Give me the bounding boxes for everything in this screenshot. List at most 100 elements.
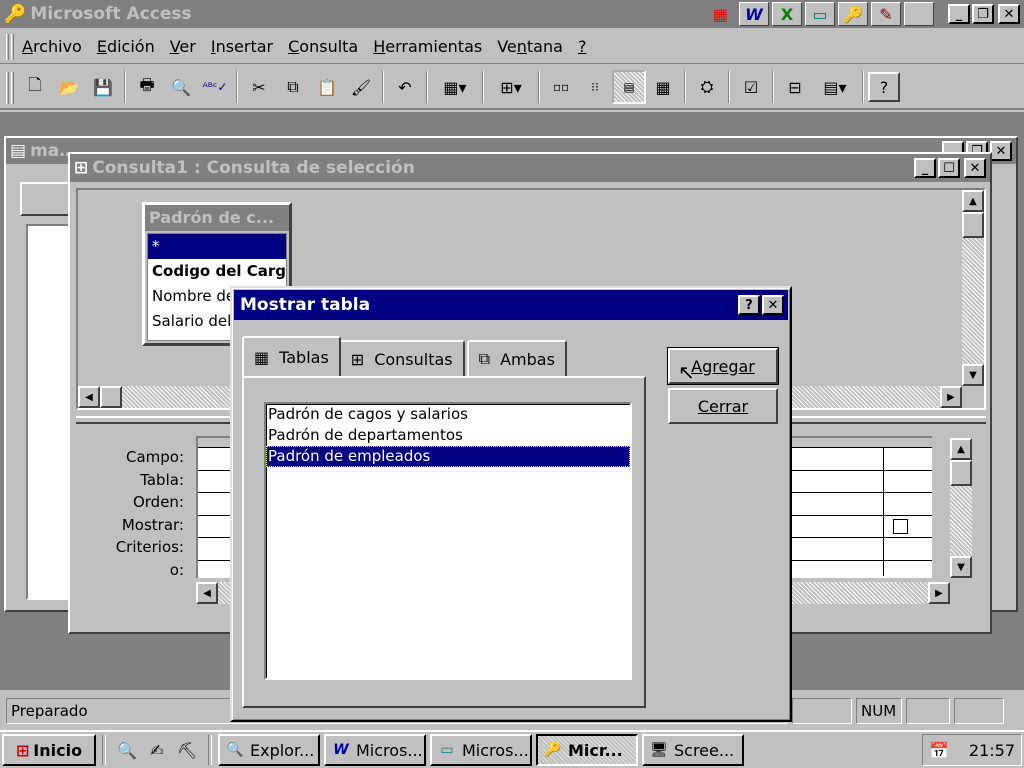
tab-tablas[interactable]: ▦ Tablas <box>242 336 341 376</box>
task-word[interactable]: W Micros... <box>324 734 426 766</box>
database-close-button[interactable]: ✕ <box>990 141 1012 161</box>
scheduler-icon[interactable]: 📅 <box>929 741 949 760</box>
menu-edicion[interactable]: Edición <box>97 37 155 56</box>
database-window-icon: ▤ <box>10 141 27 161</box>
scroll-left-button[interactable]: ◀ <box>78 386 100 408</box>
field-list-title[interactable]: Padrón de c... <box>145 205 289 231</box>
query-view-icon[interactable]: ▦▾ <box>432 70 478 104</box>
undo-icon[interactable]: ↶ <box>388 70 422 104</box>
close-dialog-button[interactable]: Cerrar <box>668 388 778 424</box>
access-shortcut-icon[interactable]: 🔑 <box>838 2 868 26</box>
grid-scroll-right-button[interactable]: ▶ <box>928 582 950 604</box>
grid-scroll-thumb[interactable] <box>950 460 972 486</box>
save-icon[interactable]: 💾 <box>86 70 120 104</box>
desktop-quicklaunch-icon[interactable]: ⛏ <box>172 735 202 765</box>
restore-button[interactable]: ❐ <box>972 4 994 24</box>
grid-row-labels: Campo: Tabla: Orden: Mostrar: Criterios:… <box>100 448 188 583</box>
menu-help[interactable]: ? <box>578 37 587 56</box>
word-shortcut-icon[interactable]: W <box>739 2 769 26</box>
dialog-titlebar: Mostrar tabla ? ✕ <box>234 290 788 320</box>
menu-herramientas[interactable]: Herramientas <box>373 37 482 56</box>
status-num: NUM <box>856 698 902 724</box>
list-item[interactable]: Padrón de cagos y salarios <box>266 404 630 425</box>
task-label: Scree... <box>674 740 735 760</box>
powerpoint-shortcut-icon[interactable]: ▭ <box>805 2 835 26</box>
totals-icon[interactable]: ⁝⁝ <box>578 70 612 104</box>
clock[interactable]: 21:57 <box>969 741 1015 760</box>
spelling-icon[interactable]: ᴬᴮᶜ✓ <box>198 70 232 104</box>
query-icon: ⊞ <box>350 349 365 369</box>
scroll-up-button[interactable]: ▲ <box>962 190 984 212</box>
format-painter-icon[interactable]: 🖌 <box>344 70 378 104</box>
grid-label: Tabla: <box>140 470 184 489</box>
query-type-icon[interactable]: ⊞▾ <box>488 70 534 104</box>
hscroll-thumb[interactable] <box>100 386 122 408</box>
binder-shortcut-icon[interactable]: ⚗ <box>904 2 934 26</box>
windows-flag-icon[interactable]: ▦ <box>713 5 728 24</box>
status-cell <box>954 698 1004 724</box>
grid-label: Mostrar: <box>121 515 184 534</box>
menu-ver[interactable]: Ver <box>170 37 196 56</box>
tab-consultas[interactable]: ⊞ Consultas <box>338 340 465 376</box>
grid-scroll-left-button[interactable]: ◀ <box>196 582 218 604</box>
cut-icon[interactable]: ✂ <box>242 70 276 104</box>
task-powerpoint[interactable]: ▭ Micros... <box>430 734 532 766</box>
scroll-right-button[interactable]: ▶ <box>940 386 962 408</box>
open-folder-icon[interactable]: 📂 <box>52 70 86 104</box>
grid-scroll-down-button[interactable]: ▼ <box>950 556 972 578</box>
menu-archivo[interactable]: Archivo <box>22 37 82 56</box>
table-pane-vscroll[interactable]: ▲ ▼ <box>962 190 984 386</box>
menu-ventana[interactable]: Ventana <box>497 37 563 56</box>
start-button[interactable]: ⊞ Inicio <box>2 734 96 766</box>
minimize-button[interactable]: _ <box>948 4 970 24</box>
status-cell <box>906 698 950 724</box>
task-screen[interactable]: 🖥 Scree... <box>642 734 744 766</box>
copy-icon[interactable]: ⧉ <box>276 70 310 104</box>
paste-icon[interactable]: 📋 <box>310 70 344 104</box>
excel-shortcut-icon[interactable]: X <box>772 2 802 26</box>
close-button[interactable]: ✕ <box>998 4 1020 24</box>
relationships-icon[interactable]: ⊟ <box>778 70 812 104</box>
database-object-list[interactable] <box>26 224 70 600</box>
explorer-quicklaunch-icon[interactable]: 🔍 <box>112 735 142 765</box>
dialog-close-button[interactable]: ✕ <box>762 295 784 315</box>
show-table-icon[interactable]: ▫▫ <box>544 70 578 104</box>
build-icon[interactable]: ⛭ <box>690 70 724 104</box>
properties-icon[interactable]: ☑ <box>734 70 768 104</box>
query-close-button[interactable]: ✕ <box>964 158 986 178</box>
list-item[interactable]: Padrón de departamentos <box>266 425 630 446</box>
new-object-icon[interactable]: ▤▾ <box>812 70 858 104</box>
menu-consulta[interactable]: Consulta <box>288 37 358 56</box>
grid-icon[interactable]: ▦ <box>646 70 680 104</box>
table-names-icon[interactable]: ▤ <box>612 70 646 104</box>
field-item[interactable]: * <box>148 234 286 259</box>
tab-label: Tablas <box>279 347 329 367</box>
task-explorer[interactable]: 🔍 Explor... <box>218 734 320 766</box>
edit-quicklaunch-icon[interactable]: ✍ <box>142 735 172 765</box>
tab-label: Consultas <box>374 349 453 369</box>
print-preview-icon[interactable]: 🔍 <box>164 70 198 104</box>
table-list[interactable]: Padrón de cagos y salarios Padrón de dep… <box>264 402 632 680</box>
access-key-icon: 🔑 <box>4 3 27 25</box>
list-item[interactable]: Padrón de empleados <box>266 446 630 467</box>
scroll-down-button[interactable]: ▼ <box>962 364 984 386</box>
office-assistant-icon[interactable]: ? <box>868 72 900 102</box>
help-button[interactable]: ? <box>738 295 760 315</box>
taskbar: ⊞ Inicio 🔍 ✍ ⛏ 🔍 Explor... W Micros... ▭… <box>0 730 1024 768</box>
print-icon[interactable]: 🖶 <box>130 70 164 104</box>
task-label: Micr... <box>568 740 623 760</box>
menu-insertar[interactable]: Insertar <box>211 37 273 56</box>
task-label: Micros... <box>462 740 529 760</box>
scroll-thumb[interactable] <box>962 212 984 238</box>
query-minimize-button[interactable]: _ <box>914 158 936 178</box>
schedule-shortcut-icon[interactable]: ✎ <box>871 2 901 26</box>
grid-vscroll[interactable]: ▲ ▼ <box>950 438 972 578</box>
grid-scroll-up-button[interactable]: ▲ <box>950 438 972 460</box>
tab-ambas[interactable]: ⧉ Ambas <box>466 340 567 376</box>
task-access[interactable]: 🔑 Micr... <box>536 734 638 766</box>
query-window-icon: ⊞ <box>74 158 89 178</box>
query-maximize-button[interactable]: ☐ <box>938 158 960 178</box>
field-item[interactable]: Codigo del Cargo <box>148 259 286 284</box>
show-checkbox[interactable] <box>893 518 908 534</box>
new-icon[interactable]: 🗋 <box>18 70 52 104</box>
